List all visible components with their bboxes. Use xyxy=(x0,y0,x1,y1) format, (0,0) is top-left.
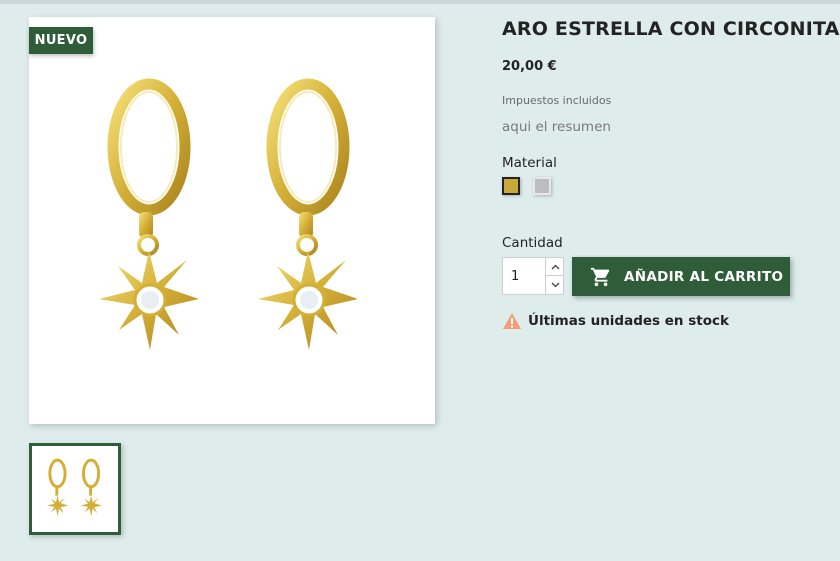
product-title: ARO ESTRELLA CON CIRCONITA xyxy=(502,18,840,40)
quantity-decrease-button[interactable] xyxy=(545,276,564,294)
product-main-image[interactable] xyxy=(29,17,435,424)
earrings-thumbnail-image xyxy=(46,458,102,517)
stock-message: Últimas unidades en stock xyxy=(528,313,729,329)
chevron-up-icon xyxy=(551,264,559,269)
add-to-cart-label: AÑADIR AL CARRITO xyxy=(624,268,784,285)
warning-icon xyxy=(503,313,521,329)
header-divider xyxy=(0,0,840,4)
stock-notice: Últimas unidades en stock xyxy=(502,312,729,330)
add-to-cart-button[interactable]: AÑADIR AL CARRITO xyxy=(572,257,790,296)
earrings-image xyxy=(99,78,358,350)
material-swatch-silver[interactable] xyxy=(533,177,551,195)
product-thumbnail[interactable] xyxy=(29,443,121,535)
new-badge: NUEVO xyxy=(29,27,93,54)
quantity-input[interactable] xyxy=(503,258,545,294)
tax-note: Impuestos incluidos xyxy=(502,94,612,107)
material-swatch-gold[interactable] xyxy=(502,177,520,195)
product-price: 20,00 € xyxy=(502,59,557,74)
quantity-stepper xyxy=(502,257,564,295)
chevron-down-icon xyxy=(551,282,559,288)
quantity-label: Cantidad xyxy=(502,235,563,251)
shopping-cart-icon xyxy=(590,267,610,286)
material-label: Material xyxy=(502,155,557,171)
quantity-increase-button[interactable] xyxy=(545,258,564,276)
product-summary: aqui el resumen xyxy=(502,119,611,135)
